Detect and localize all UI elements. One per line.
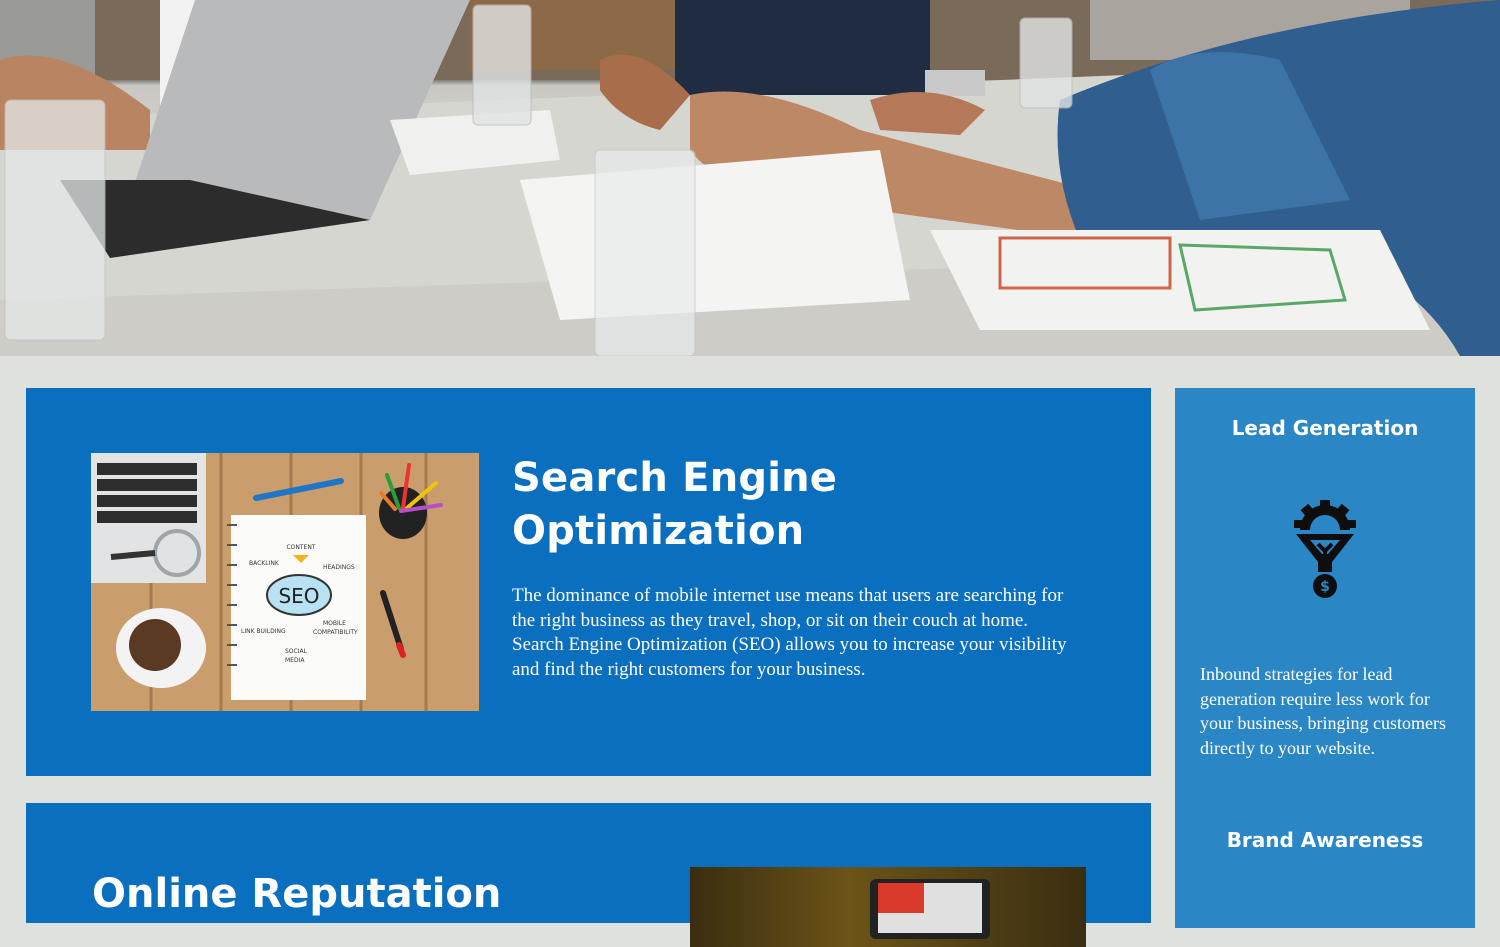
compatibility-label: COMPATIBILITY	[313, 629, 358, 636]
funnel-gear-dollar-icon: $	[1294, 500, 1356, 598]
seo-desk-illustration: SEO CONTENT BACKLINK HEADINGS LINK BUILD…	[91, 453, 479, 711]
seo-card: SEO CONTENT BACKLINK HEADINGS LINK BUILD…	[26, 388, 1151, 776]
headings-label: HEADINGS	[323, 564, 355, 571]
media-label: MEDIA	[285, 657, 305, 664]
tablet-illustration	[870, 879, 990, 939]
backlink-label: BACKLINK	[249, 560, 280, 567]
lead-generation-description: Inbound strategies for lead generation r…	[1200, 664, 1446, 758]
lead-generation-heading: Lead Generation	[1231, 416, 1419, 440]
online-reputation-title: Online Reputation	[92, 871, 502, 917]
brand-awareness-heading: Brand Awareness	[1226, 828, 1424, 852]
mobile-label: MOBILE	[323, 620, 346, 627]
seo-notebook-image: SEO CONTENT BACKLINK HEADINGS LINK BUILD…	[91, 453, 479, 711]
seo-title: Search Engine Optimization	[512, 455, 838, 554]
online-reputation-image	[690, 867, 1086, 947]
seo-label: SEO	[278, 584, 319, 608]
svg-text:$: $	[1320, 579, 1330, 595]
content-label: CONTENT	[286, 544, 315, 551]
hero-image	[0, 0, 1500, 356]
online-reputation-card: Online Reputation	[26, 803, 1151, 947]
social-label: SOCIAL	[285, 648, 308, 655]
link-building-label: LINK BUILDING	[241, 628, 286, 635]
seo-description: The dominance of mobile internet use mea…	[512, 585, 1067, 680]
services-sidebar: Lead Generation $ Inbound strategies for…	[1175, 388, 1475, 928]
hero-photo-illustration	[0, 0, 1500, 356]
